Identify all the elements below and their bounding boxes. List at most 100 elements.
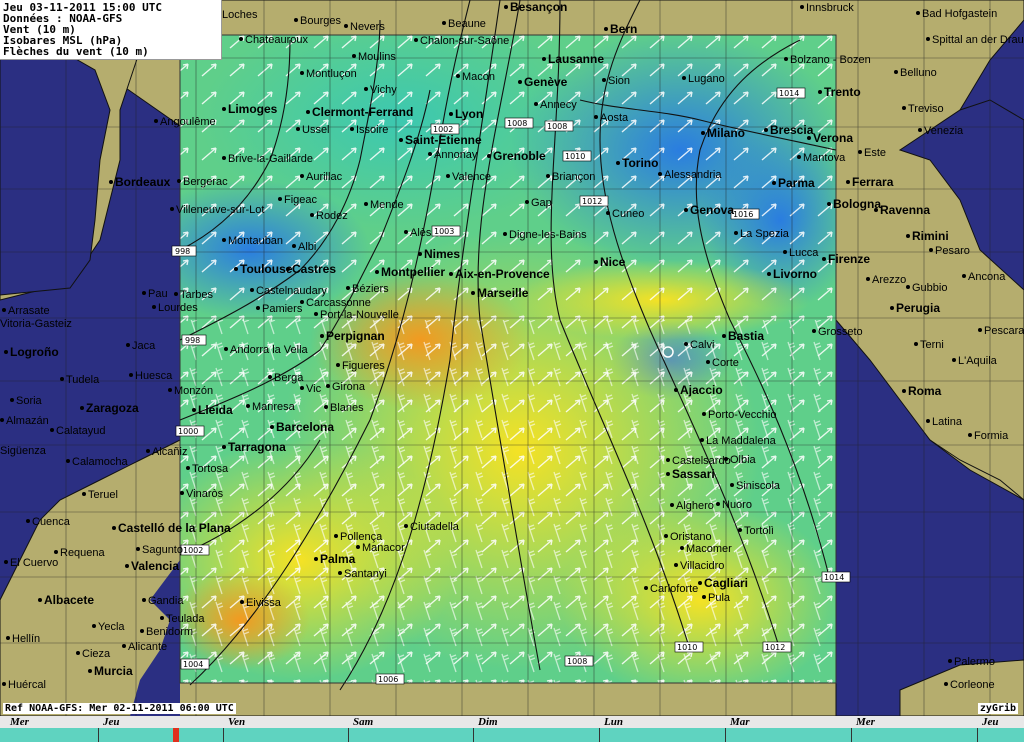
city-dot bbox=[142, 598, 146, 602]
city-label: Teulada bbox=[166, 613, 205, 625]
timeline-day[interactable]: Jeu bbox=[103, 716, 120, 728]
city-dot bbox=[404, 524, 408, 528]
city-dot bbox=[250, 288, 254, 292]
city-label: Bern bbox=[610, 22, 637, 36]
city-dot bbox=[784, 57, 788, 61]
timeline-day[interactable]: Mer bbox=[856, 716, 875, 728]
reference-run: Ref NOAA-GFS: Mer 02-11-2011 06:00 UTC bbox=[3, 703, 236, 714]
city-dot bbox=[2, 682, 6, 686]
city-dot bbox=[807, 136, 811, 140]
svg-text:1003: 1003 bbox=[434, 227, 454, 236]
city-dot bbox=[292, 244, 296, 248]
city-label: Alicante bbox=[128, 641, 167, 653]
city-label: Sagunto bbox=[142, 544, 183, 556]
city-dot bbox=[442, 21, 446, 25]
city-label: Carloforte bbox=[650, 583, 698, 595]
svg-text:1000: 1000 bbox=[178, 427, 198, 436]
city-label: Barcelona bbox=[276, 420, 334, 434]
city-dot bbox=[738, 528, 742, 532]
city-label: Macomer bbox=[686, 543, 732, 555]
timeline-day[interactable]: Ven bbox=[228, 716, 245, 728]
svg-text:1012: 1012 bbox=[582, 197, 602, 206]
timeline-track[interactable] bbox=[0, 728, 1024, 742]
city-label: Bergerac bbox=[183, 176, 228, 188]
city-dot bbox=[664, 534, 668, 538]
timeline-day[interactable]: Mer bbox=[10, 716, 29, 728]
city-label: Perugia bbox=[896, 301, 940, 315]
weather-map-canvas[interactable]: 1004 1006 1008 1010 1012 1014 1002 1000 … bbox=[0, 0, 1024, 742]
city-label: Brive-la-Gaillarde bbox=[228, 153, 313, 165]
city-dot bbox=[26, 519, 30, 523]
city-dot bbox=[140, 629, 144, 633]
city-label: Cuneo bbox=[612, 208, 644, 220]
city-dot bbox=[296, 127, 300, 131]
day-tick bbox=[851, 728, 852, 742]
timeline-day[interactable]: Sam bbox=[353, 716, 373, 728]
city-dot bbox=[54, 550, 58, 554]
city-label: Pescara bbox=[984, 325, 1024, 337]
city-dot bbox=[66, 459, 70, 463]
city-label: Ferrara bbox=[852, 175, 894, 189]
city-label: Girona bbox=[332, 381, 366, 393]
timeline-days: Mer Jeu Ven Sam Dim Lun Mar Mer Jeu bbox=[0, 716, 1024, 728]
city-label: Arezzo bbox=[872, 274, 906, 286]
city-dot bbox=[734, 231, 738, 235]
city-dot bbox=[399, 138, 403, 142]
city-label: Valence bbox=[452, 171, 491, 183]
city-label: Clermont-Ferrand bbox=[312, 105, 413, 119]
city-dot bbox=[666, 458, 670, 462]
city-dot bbox=[136, 547, 140, 551]
timeline-day[interactable]: Jeu bbox=[982, 716, 999, 728]
city-dot bbox=[278, 197, 282, 201]
svg-text:1008: 1008 bbox=[567, 657, 587, 666]
city-dot bbox=[846, 180, 850, 184]
city-label: Calatayud bbox=[56, 425, 106, 437]
city-dot bbox=[944, 682, 948, 686]
city-dot bbox=[38, 598, 42, 602]
city-label: Gap bbox=[531, 197, 552, 209]
city-label: Jaca bbox=[132, 340, 156, 352]
city-label: Porto-Vecchio bbox=[708, 409, 776, 421]
city-label: Calvi bbox=[690, 339, 714, 351]
current-time-marker[interactable] bbox=[173, 728, 179, 742]
city-label: Blanes bbox=[330, 402, 364, 414]
city-label: Milano bbox=[707, 126, 745, 140]
city-dot bbox=[364, 87, 368, 91]
svg-text:1016: 1016 bbox=[733, 210, 753, 219]
svg-text:1002: 1002 bbox=[183, 546, 203, 555]
city-label: Nevers bbox=[350, 21, 385, 33]
city-label: Firenze bbox=[828, 252, 870, 266]
city-dot bbox=[644, 586, 648, 590]
city-dot bbox=[606, 211, 610, 215]
city-label: Figeac bbox=[284, 194, 318, 206]
city-dot bbox=[446, 174, 450, 178]
svg-text:998: 998 bbox=[185, 336, 200, 345]
city-label: Vinaròs bbox=[186, 488, 224, 500]
city-label: Marseille bbox=[477, 286, 529, 300]
city-dot bbox=[338, 571, 342, 575]
city-dot bbox=[818, 90, 822, 94]
city-label: Palma bbox=[320, 552, 356, 566]
day-tick bbox=[725, 728, 726, 742]
day-tick bbox=[223, 728, 224, 742]
city-dot bbox=[50, 428, 54, 432]
city-label: Angoulême bbox=[160, 116, 216, 128]
city-label: Saint-Etienne bbox=[405, 133, 482, 147]
timeline-day[interactable]: Lun bbox=[604, 716, 623, 728]
city-dot bbox=[80, 406, 84, 410]
city-dot bbox=[702, 595, 706, 599]
city-dot bbox=[456, 74, 460, 78]
city-dot bbox=[962, 274, 966, 278]
city-dot bbox=[929, 248, 933, 252]
time-slider[interactable]: Mer Jeu Ven Sam Dim Lun Mar Mer Jeu bbox=[0, 716, 1024, 742]
city-dot bbox=[160, 616, 164, 620]
city-label: Requena bbox=[60, 547, 106, 559]
city-label: Grenoble bbox=[493, 149, 546, 163]
timeline-day[interactable]: Mar bbox=[730, 716, 750, 728]
city-dot bbox=[170, 207, 174, 211]
city-dot bbox=[594, 115, 598, 119]
day-tick bbox=[348, 728, 349, 742]
city-dot bbox=[222, 156, 226, 160]
timeline-day[interactable]: Dim bbox=[478, 716, 498, 728]
city-label: Tudela bbox=[66, 374, 100, 386]
